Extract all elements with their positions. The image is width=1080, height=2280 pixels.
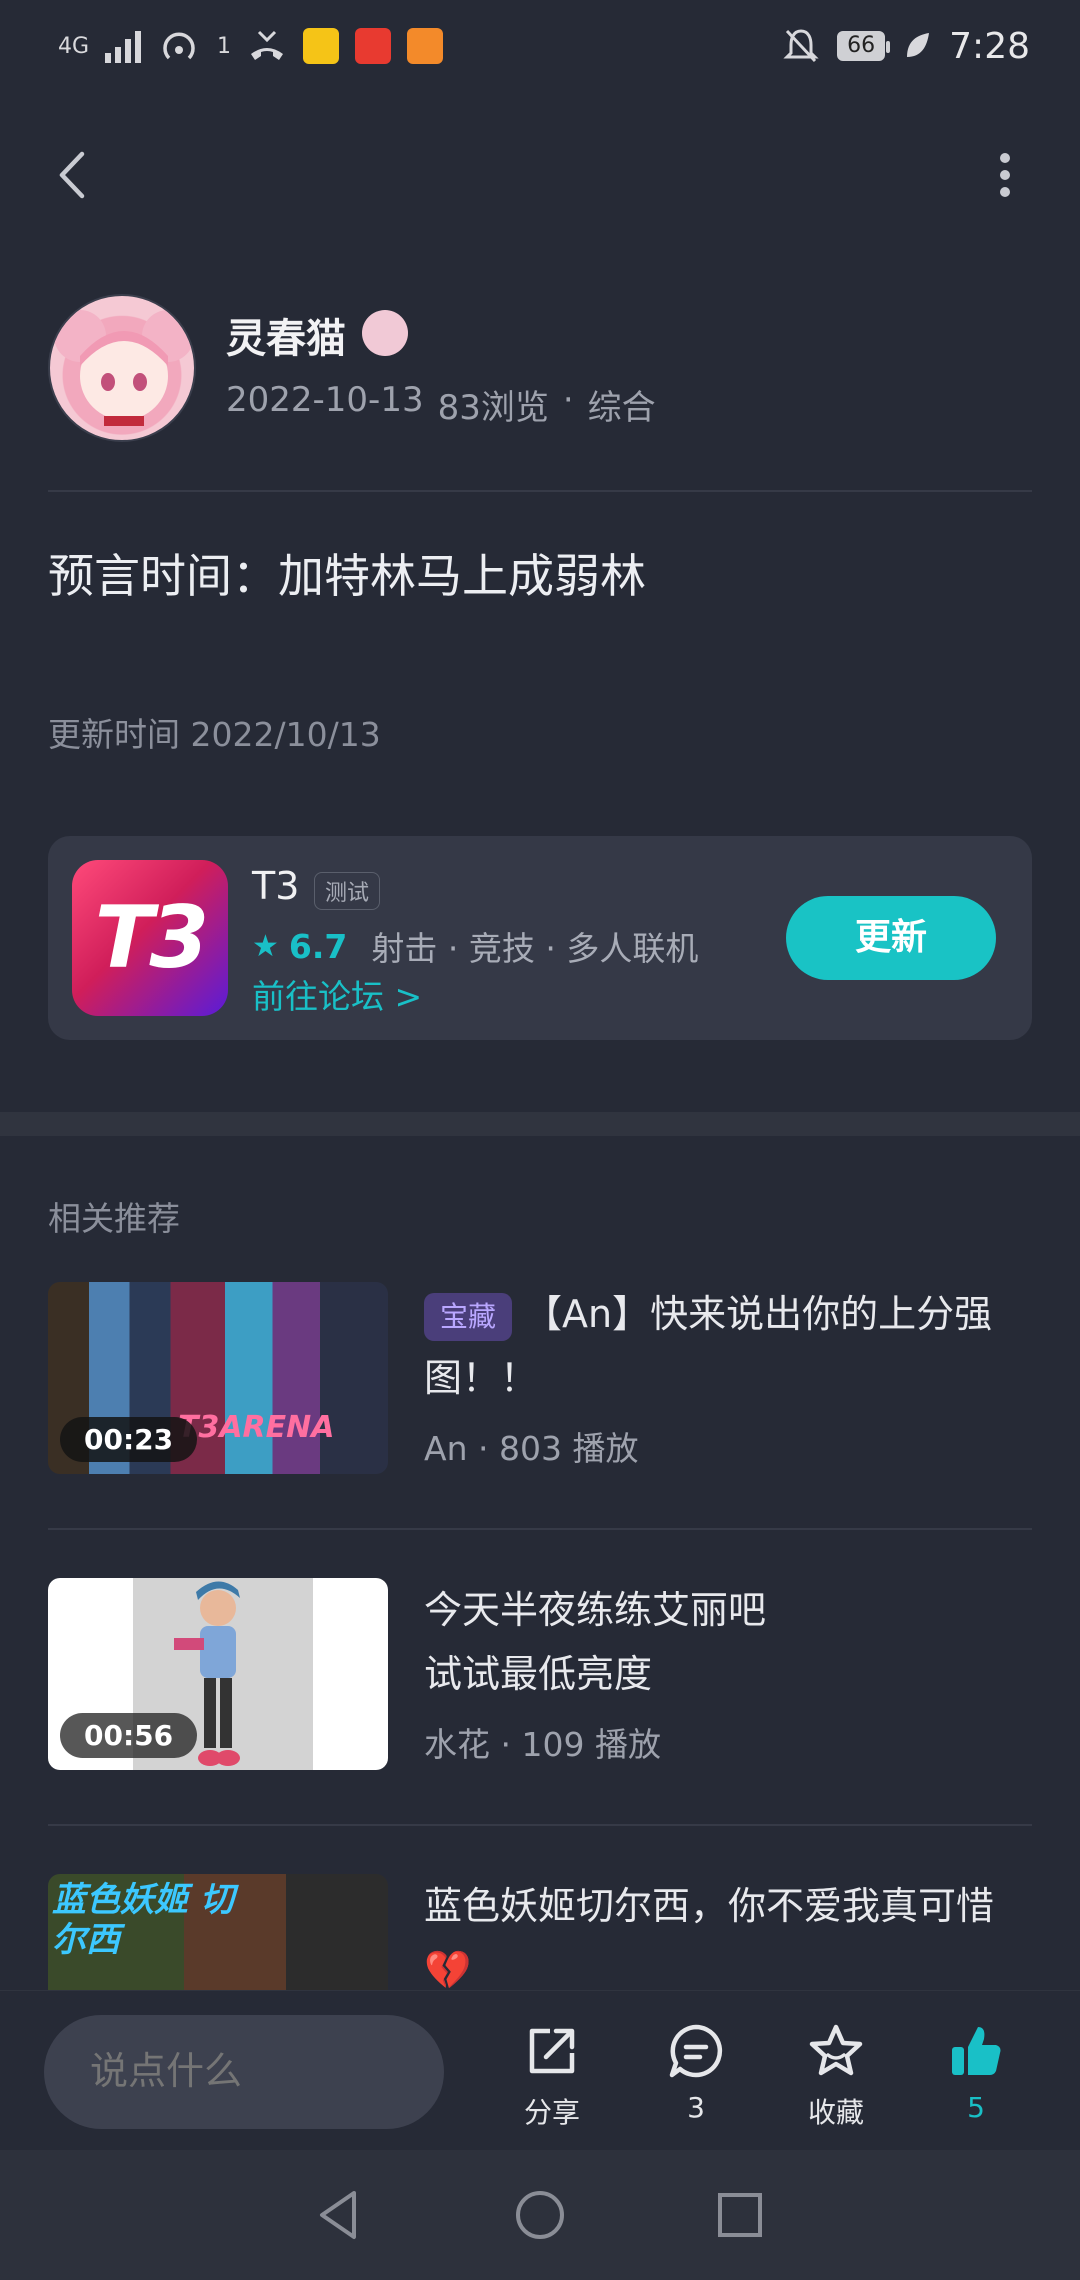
post-title: 预言时间：加特林马上成弱林 <box>48 549 646 603</box>
divider <box>48 1824 1032 1826</box>
thumbs-up-icon <box>952 2027 1001 2075</box>
video-duration: 00:23 <box>60 1417 198 1462</box>
leaf-icon <box>907 33 930 57</box>
game-rating-row: ★ 6.7 射击 · 竞技 · 多人联机 <box>252 922 698 970</box>
forum-link[interactable]: 前往论坛 > <box>252 970 422 1018</box>
hotspot-icon <box>163 32 195 60</box>
top-navigation <box>0 120 1080 230</box>
app-notification-icon-red <box>355 28 392 64</box>
avatar-image <box>54 310 194 426</box>
star-icon: ★ <box>252 928 279 964</box>
divider <box>48 1528 1032 1530</box>
recommendation-item[interactable]: 蓝色妖姬 切尔西 蓝色妖姬切尔西，你不爱我真可惜💔 <box>48 1874 1032 1990</box>
status-bar: 4G 1 66 7:28 <box>0 0 1080 92</box>
favorite-label: 收藏 <box>807 2096 864 2129</box>
game-test-tag: 测试 <box>314 872 381 910</box>
meta-separator: · <box>562 380 574 420</box>
play-count: 109 播放 <box>521 1725 661 1764</box>
network-type: 4G <box>58 33 90 59</box>
share-icon <box>529 2028 575 2074</box>
app-notification-icon-orange <box>407 28 444 64</box>
like-count: 5 <box>967 2091 985 2124</box>
meta-separator: · <box>500 1725 522 1764</box>
comment-icon <box>669 2024 723 2078</box>
battery-indicator: 66 <box>837 31 891 61</box>
recommendation-meta: 水花 · 109 播放 <box>424 1718 661 1766</box>
mute-icon <box>783 29 819 63</box>
nav-back-icon[interactable] <box>310 2185 370 2245</box>
video-thumbnail: T3ARENA 00:23 <box>48 1282 388 1474</box>
comment-button[interactable]: 3 <box>636 2021 756 2124</box>
nav-recents-icon[interactable] <box>710 2185 770 2245</box>
signal-icon <box>105 31 142 63</box>
view-count: 83浏览 <box>437 388 549 428</box>
post-date: 2022-10-13 <box>226 380 424 420</box>
more-vertical-icon <box>1000 153 1010 197</box>
clock: 7:28 <box>949 25 1030 67</box>
favorite-button[interactable]: 收藏 <box>776 2021 896 2131</box>
thumb-caption: 蓝色妖姬 切尔西 <box>52 1880 234 1960</box>
post-category: 综合 <box>587 388 656 428</box>
author-avatar[interactable] <box>48 294 196 442</box>
author-header: 灵春猫 2022-10-13 83浏览 · 综合 <box>48 294 1032 444</box>
video-duration: 00:56 <box>60 1713 198 1758</box>
recommendation-title: 蓝色妖姬切尔西，你不爱我真可惜💔 <box>424 1884 995 1990</box>
missed-call-icon <box>251 30 284 60</box>
video-thumbnail: 蓝色妖姬 切尔西 <box>48 1874 388 1990</box>
recommendation-author: 水花 <box>424 1725 490 1764</box>
recommendation-title-line1: 今天半夜练练艾丽吧 <box>424 1588 767 1632</box>
video-thumbnail: 00:56 <box>48 1578 388 1770</box>
thumb-caption: T3ARENA <box>178 1410 335 1445</box>
recommendation-item[interactable]: 00:56 今天半夜练练艾丽吧 试试最低亮度 水花 · 109 播放 <box>48 1578 1032 1774</box>
share-button[interactable]: 分享 <box>492 2021 612 2131</box>
post-meta: 2022-10-13 83浏览 · 综合 <box>226 380 656 429</box>
recommendation-meta: An · 803 播放 <box>424 1422 638 1470</box>
game-rating: 6.7 <box>288 926 348 966</box>
recommendation-title: 宝藏 【An】快来说出你的上分强图！！ <box>424 1282 1032 1410</box>
like-button[interactable]: 5 <box>916 2021 1036 2124</box>
game-card[interactable]: T3 T3 测试 ★ 6.7 射击 · 竞技 · 多人联机 前往论坛 > 更新 <box>48 836 1032 1040</box>
star-outline-icon <box>809 2024 863 2076</box>
comment-count: 3 <box>687 2091 705 2124</box>
game-genres: 射击 · 竞技 · 多人联机 <box>371 929 699 968</box>
meta-separator: · <box>478 1429 499 1468</box>
related-heading: 相关推荐 <box>48 1199 180 1238</box>
play-count: 803 播放 <box>498 1429 639 1468</box>
share-label: 分享 <box>523 2096 580 2129</box>
recommendation-item[interactable]: T3ARENA 00:23 宝藏 【An】快来说出你的上分强图！！ An · 80… <box>48 1282 1032 1478</box>
verified-badge-icon <box>362 310 408 356</box>
game-name: T3 <box>252 864 300 908</box>
back-button[interactable] <box>40 140 110 210</box>
recommendation-title-line2: 试试最低亮度 <box>424 1652 653 1696</box>
hotspot-count: 1 <box>217 33 232 59</box>
system-navigation-bar <box>0 2150 1080 2280</box>
game-icon-text: T3 <box>94 888 210 988</box>
update-button[interactable]: 更新 <box>786 896 996 980</box>
author-name[interactable]: 灵春猫 <box>226 306 346 364</box>
recommendation-author: An <box>424 1429 468 1468</box>
comment-input[interactable] <box>44 2015 444 2129</box>
section-separator <box>0 1112 1080 1136</box>
recommendation-title: 今天半夜练练艾丽吧 试试最低亮度 <box>424 1578 1032 1706</box>
divider <box>48 490 1032 492</box>
treasure-tag: 宝藏 <box>424 1292 513 1341</box>
app-notification-icon-yellow <box>303 28 340 64</box>
bottom-action-bar: 分享 3 收藏 5 <box>0 1990 1080 2150</box>
more-options-button[interactable] <box>970 140 1040 210</box>
nav-home-icon[interactable] <box>510 2185 570 2245</box>
chevron-left-icon <box>59 151 85 199</box>
game-icon: T3 <box>72 860 228 1016</box>
update-time: 更新时间 2022/10/13 <box>48 715 381 754</box>
